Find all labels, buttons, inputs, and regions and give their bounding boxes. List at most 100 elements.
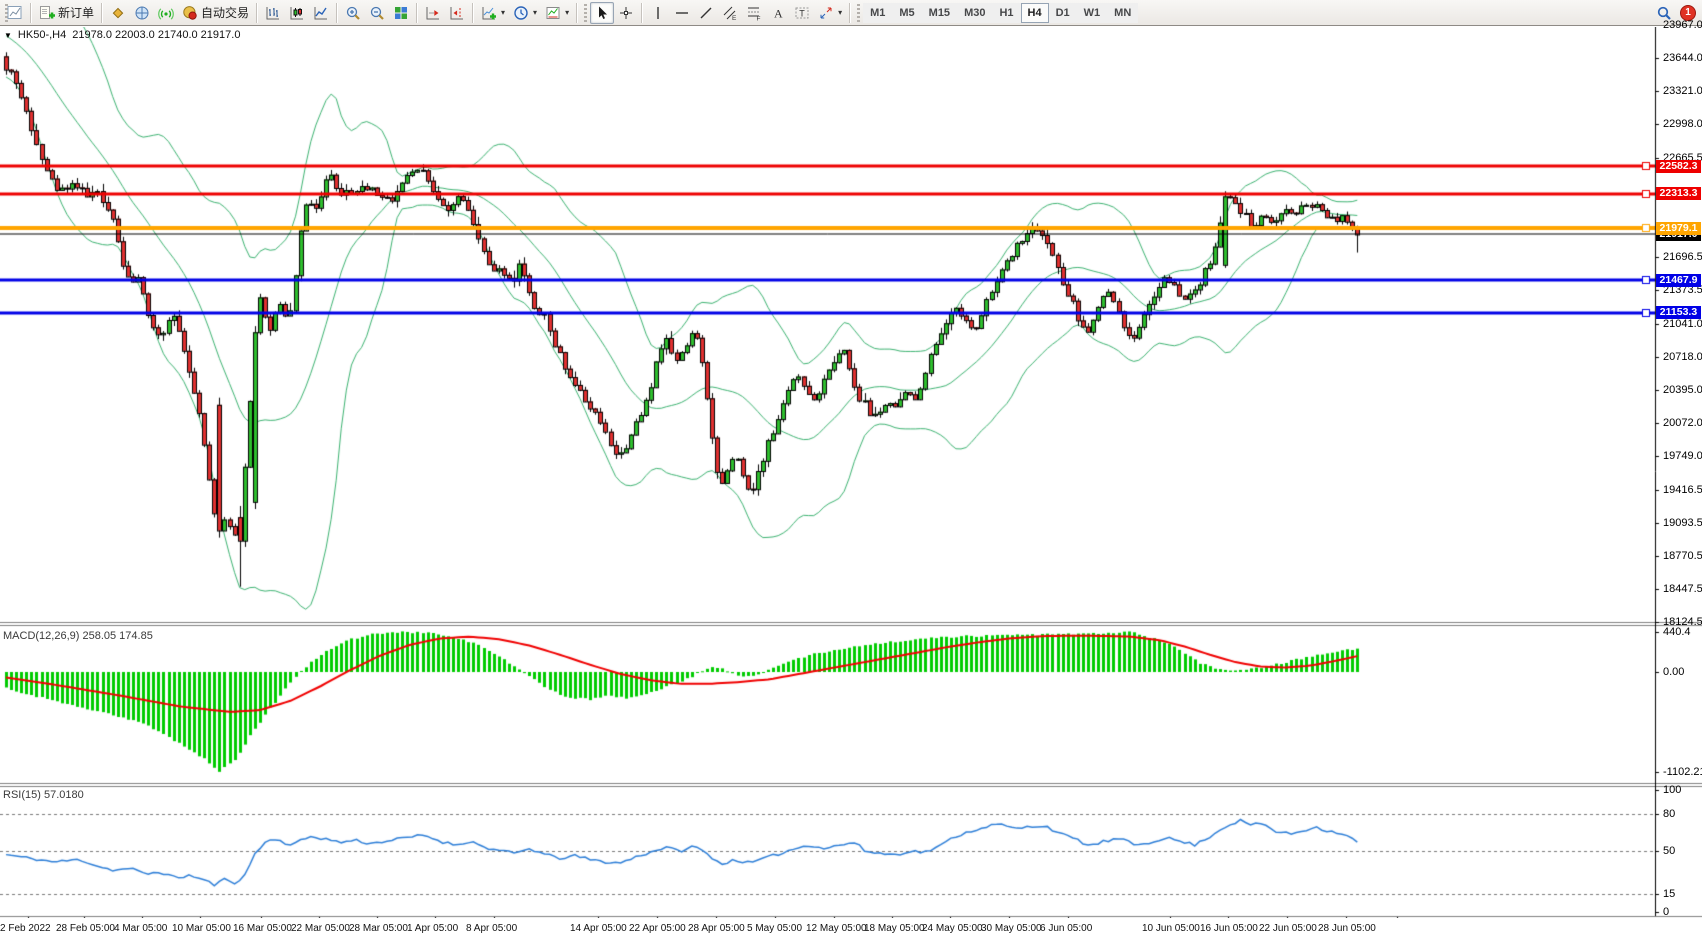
time-tick-label: 4 Mar 05:00 <box>114 923 167 934</box>
chart-shift-icon <box>449 5 465 21</box>
autotrading-label: 自动交易 <box>201 4 249 21</box>
tf-mn[interactable]: MN <box>1107 3 1138 23</box>
price-tick-label: 23644.0 <box>1663 52 1702 64</box>
text-tool-button[interactable]: A <box>766 2 790 24</box>
fibonacci-tool-button[interactable]: F <box>742 2 766 24</box>
cursor-tool-button[interactable] <box>590 2 614 24</box>
dropdown-caret-icon[interactable]: ▾ <box>501 9 505 17</box>
tf-w1[interactable]: W1 <box>1077 3 1108 23</box>
main-toolbar: 新订单自动交易▾▾▾EFAT▾M1M5M15M30H1H4D1W1MN1 <box>0 0 1702 26</box>
tile-windows-button[interactable] <box>389 2 413 24</box>
time-tick-label: 30 May 05:00 <box>981 923 1042 934</box>
templates-icon <box>545 5 561 21</box>
chart-shift-button[interactable] <box>445 2 469 24</box>
time-tick-label: 12 May 05:00 <box>806 923 867 934</box>
tf-m1[interactable]: M1 <box>863 3 892 23</box>
svg-text:F: F <box>757 15 761 21</box>
equidistant-channel-tool-button[interactable]: E <box>718 2 742 24</box>
new-chart-icon <box>7 5 23 21</box>
svg-text:T: T <box>799 8 805 18</box>
toolbar-separator <box>101 3 103 23</box>
zoom-in-button[interactable] <box>341 2 365 24</box>
chart-area: ▼ HK50-,H4 21978.0 22003.0 21740.0 21917… <box>0 27 1702 943</box>
market-watch-button[interactable] <box>106 2 130 24</box>
ohlc-values: 21978.0 22003.0 21740.0 21917.0 <box>72 29 240 41</box>
tf-h1[interactable]: H1 <box>992 3 1020 23</box>
rsi-tick-label: 50 <box>1663 845 1675 857</box>
time-tick-label: 24 May 05:00 <box>922 923 983 934</box>
chart-candles-icon <box>289 5 305 21</box>
toolbar-grip[interactable] <box>584 4 587 22</box>
time-tick-label: 22 Jun 05:00 <box>1259 923 1317 934</box>
time-tick-label: 14 Apr 05:00 <box>570 923 627 934</box>
templates-button[interactable]: ▾ <box>541 2 573 24</box>
tf-m15[interactable]: M15 <box>922 3 957 23</box>
autotrading-icon <box>182 5 198 21</box>
time-tick-label: 6 Jun 05:00 <box>1040 923 1092 934</box>
toolbar-separator <box>336 3 338 23</box>
chart-type-candles-button[interactable] <box>285 2 309 24</box>
price-tick-label: 20718.0 <box>1663 351 1702 363</box>
mt4-terminal: 新订单自动交易▾▾▾EFAT▾M1M5M15M30H1H4D1W1MN1 ▼ H… <box>0 0 1702 943</box>
tf-d1[interactable]: D1 <box>1049 3 1077 23</box>
tf-m5[interactable]: M5 <box>892 3 921 23</box>
vertical-line-tool-button[interactable] <box>646 2 670 24</box>
arrows-icon <box>818 5 834 21</box>
price-tick-label: 23967.0 <box>1663 19 1702 31</box>
price-tick-label: 20072.0 <box>1663 417 1702 429</box>
time-tick-label: 28 Jun 05:00 <box>1318 923 1376 934</box>
time-tick-label: 10 Jun 05:00 <box>1142 923 1200 934</box>
dropdown-caret-icon[interactable]: ▾ <box>533 9 537 17</box>
chart-type-bars-button[interactable] <box>261 2 285 24</box>
level-price-badge: 21467.9 <box>1656 274 1701 287</box>
trendline-tool-button[interactable] <box>694 2 718 24</box>
dropdown-caret-icon[interactable]: ▾ <box>565 9 569 17</box>
new-order-button[interactable]: 新订单 <box>35 2 98 24</box>
svg-text:A: A <box>774 6 783 20</box>
dropdown-caret-icon[interactable]: ▾ <box>838 9 842 17</box>
periods-button[interactable]: ▾ <box>509 2 541 24</box>
autotrading-button[interactable]: 自动交易 <box>178 2 253 24</box>
toolbar-separator <box>30 3 32 23</box>
tf-h4[interactable]: H4 <box>1021 3 1049 23</box>
toolbar-grip[interactable] <box>857 4 860 22</box>
time-tick-label: 28 Mar 05:00 <box>349 923 408 934</box>
hline-icon <box>674 5 690 21</box>
new-order-label: 新订单 <box>58 4 94 21</box>
macd-tick-label: 0.00 <box>1663 666 1684 678</box>
indicators-icon <box>481 5 497 21</box>
tf-m30[interactable]: M30 <box>957 3 992 23</box>
strategy-signal-button[interactable] <box>154 2 178 24</box>
chart-title: ▼ HK50-,H4 21978.0 22003.0 21740.0 21917… <box>4 29 240 41</box>
channel-icon: E <box>722 5 738 21</box>
price-axis[interactable]: 23967.023644.023321.022998.022665.521696… <box>1655 27 1702 917</box>
price-tick-label: 19093.5 <box>1663 517 1702 529</box>
rsi-tick-label: 0 <box>1663 906 1669 918</box>
auto-scroll-button[interactable] <box>421 2 445 24</box>
level-price-badge: 21979.1 <box>1656 222 1701 235</box>
text-label-tool-button[interactable]: T <box>790 2 814 24</box>
price-tick-label: 20395.0 <box>1663 384 1702 396</box>
time-tick-label: 8 Apr 05:00 <box>466 923 517 934</box>
arrows-tool-button[interactable]: ▾ <box>814 2 846 24</box>
time-axis[interactable]: 2 Feb 202228 Feb 05:004 Mar 05:0010 Mar … <box>0 918 1702 943</box>
toolbar-separator <box>849 3 851 23</box>
rsi-tick-label: 100 <box>1663 784 1681 796</box>
periods-icon <box>513 5 529 21</box>
horizontal-line-tool-button[interactable] <box>670 2 694 24</box>
symbol-dropdown-icon[interactable]: ▼ <box>4 31 12 40</box>
macd-tick-label: -1102.21 <box>1663 766 1702 778</box>
price-chart-canvas[interactable] <box>0 27 1702 943</box>
crosshair-tool-button[interactable] <box>614 2 638 24</box>
tile-windows-icon <box>393 5 409 21</box>
macd-tick-label: 440.4 <box>1663 626 1691 638</box>
new-chart-button[interactable] <box>3 2 27 24</box>
indicators-list-button[interactable]: ▾ <box>477 2 509 24</box>
chart-type-line-button[interactable] <box>309 2 333 24</box>
zoom-out-button[interactable] <box>365 2 389 24</box>
price-tick-label: 19749.0 <box>1663 450 1702 462</box>
navigator-button[interactable] <box>130 2 154 24</box>
price-tick-label: 19416.5 <box>1663 484 1702 496</box>
time-tick-label: 18 May 05:00 <box>864 923 925 934</box>
rsi-tick-label: 80 <box>1663 808 1675 820</box>
